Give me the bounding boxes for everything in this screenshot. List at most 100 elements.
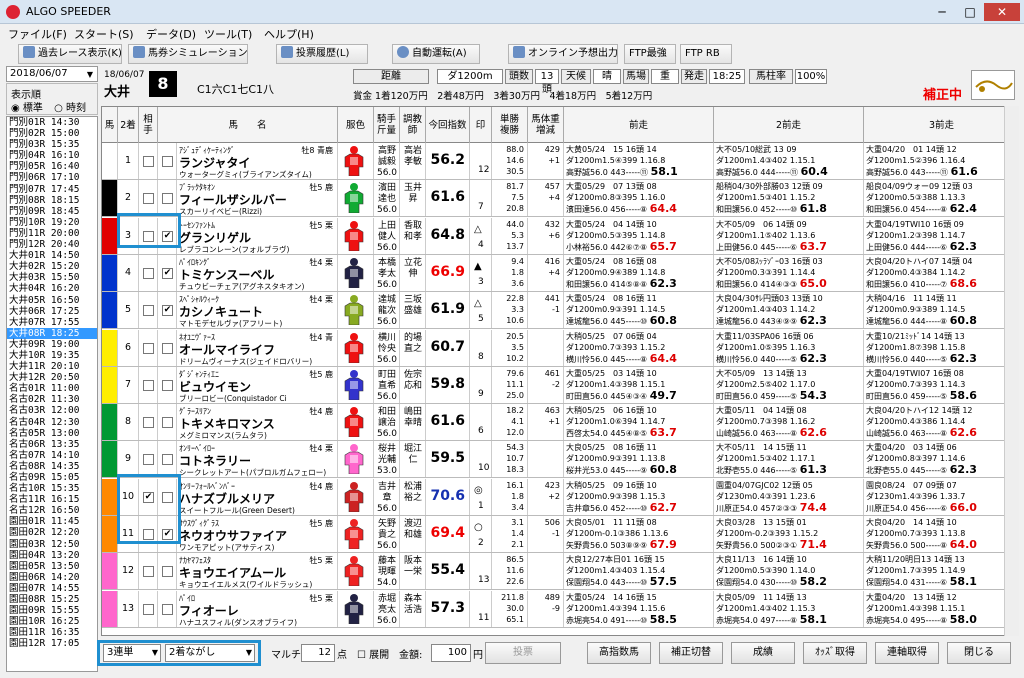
high-index-button[interactable]: 高指数馬 (587, 642, 651, 664)
past-race-cell[interactable]: 大重05/24 08 16頭 11 ダ1200m0.9③391 1.14.5 達城龍… (564, 292, 714, 329)
vote-history-button[interactable]: 投票履歴(L) (276, 44, 368, 64)
past-races-button[interactable]: 過去レース表示(K) (18, 44, 122, 64)
race-list-item[interactable]: 大井03R 15:50 (7, 272, 97, 283)
race-list-item[interactable]: 大井01R 14:50 (7, 250, 97, 261)
past-race-cell[interactable]: 大重05/11 04 14頭 08 ダ1200m0.7③398 1.16.2 山崎誠… (714, 404, 864, 441)
tenkai-checkbox[interactable]: ☐ 展開 (357, 646, 389, 661)
past-race-cell[interactable]: 大稍04/16 11 14頭 11 ダ1200m0.9③389 1.14.5 達城龍… (864, 292, 1006, 329)
past-race-cell[interactable]: 大黄05/24 15 16頭 14 ダ1200m1.5④399 1.16.8 高野誠… (564, 143, 714, 179)
get-axis-button[interactable]: 連軸取得 (875, 642, 939, 664)
past-race-cell[interactable]: 大良05/09 11 14頭 13 ダ1200m1.4③402 1.15.3 赤堀亮… (714, 590, 864, 627)
menu-help[interactable]: ヘルプ(H) (264, 26, 314, 42)
race-list-item[interactable]: 名古02R 11:30 (7, 394, 97, 405)
column-header[interactable]: 前走 (564, 107, 714, 143)
race-list-item[interactable]: 園田01R 11:45 (7, 516, 97, 527)
race-list-item[interactable]: 大井07R 17:55 (7, 317, 97, 328)
column-header[interactable]: 2前走 (714, 107, 864, 143)
past-race-cell[interactable]: 大不05/08ｽｯﾗｿﾞｰ03 16頭 03 ダ1200m0.3③391 1.14… (714, 254, 864, 291)
partner-checkbox[interactable] (162, 156, 173, 167)
race-list-item[interactable]: 園田12R 17:05 (7, 638, 97, 649)
past-race-cell[interactable]: 船良04/09ウォー09 12頭 03 ダ1200m0.5③388 1.13.3 和… (864, 180, 1006, 217)
past-race-cell[interactable]: 大重04/19TWI10 16頭 09 ダ1200m1.2③398 1.14.7 上… (864, 217, 1006, 254)
past-race-cell[interactable]: 大重05/24 08 16頭 08 ダ1200m0.9④389 1.14.8 和田譲… (564, 254, 714, 291)
auto-run-button[interactable]: 自動運転(A) (392, 44, 480, 64)
race-list-item[interactable]: 門別11R 20:00 (7, 228, 97, 239)
past-race-cell[interactable]: 園良08/24 07 09頭 07 ダ1230m1.4③396 1.33.7 川原正… (864, 478, 1006, 515)
partner-checkbox[interactable] (162, 566, 173, 578)
race-list-item[interactable]: 門別06R 17:10 (7, 172, 97, 183)
race-list-item[interactable]: 大井05R 16:50 (7, 295, 97, 306)
second-place-checkbox[interactable] (143, 267, 154, 279)
race-list-item[interactable]: 名古12R 16:50 (7, 505, 97, 516)
column-header[interactable]: 馬 (102, 107, 118, 143)
second-place-checkbox[interactable] (143, 603, 154, 615)
race-list-item[interactable]: 大井04R 16:20 (7, 283, 97, 294)
past-race-cell[interactable]: 大不05/09 13 14頭 13 ダ1200m2.5⑤402 1.17.0 町田直… (714, 366, 864, 403)
second-place-checkbox[interactable] (143, 305, 154, 317)
race-list-item[interactable]: 名古03R 12:00 (7, 405, 97, 416)
race-list-item[interactable]: 門別05R 16:40 (7, 161, 97, 172)
vote-button[interactable]: 投票 (485, 642, 561, 664)
bet-mode-select[interactable]: 2着ながし ▼ (165, 644, 255, 662)
past-race-cell[interactable]: 大重04/20 03 14頭 06 ダ1200m0.8③397 1.14.6 北野壱… (864, 441, 1006, 478)
radio-time[interactable]: ○ 時刻 (54, 103, 86, 114)
race-list-item[interactable]: 大井12R 20:50 (7, 372, 97, 383)
column-header[interactable]: 3前走 (864, 107, 1018, 143)
close-window-button[interactable]: 閉じる (947, 642, 1011, 664)
column-header[interactable]: 単勝 複勝 (492, 107, 528, 143)
ftp-rb-button[interactable]: FTP RB (680, 44, 732, 64)
race-list-item[interactable]: 門別04R 16:10 (7, 150, 97, 161)
maximize-button[interactable]: □ (956, 3, 984, 21)
past-race-cell[interactable]: 大重10/21ﾐｯﾄﾞ14 14頭 13 ダ1200m1.8⑦398 1.15.8… (864, 329, 1006, 366)
horse-name-cell[interactable]: ｵﾝﾘｰﾍﾞｲﾛｰ 牡4 栗コトネラリー シークレットアート(パブロルガムフェロー) (177, 441, 338, 478)
close-button[interactable]: ✕ (984, 3, 1020, 21)
column-header[interactable]: 騎手 斤量 (374, 107, 400, 143)
past-race-cell[interactable]: 大重04/19TWI07 16頭 08 ダ1200m0.7③393 1.14.3 町… (864, 366, 1006, 403)
menu-data[interactable]: データ(D) (146, 26, 196, 42)
race-list-item[interactable]: 大井09R 19:00 (7, 339, 97, 350)
menu-tools[interactable]: ツール(T) (204, 26, 252, 42)
race-list-item[interactable]: 大井06R 17:25 (7, 306, 97, 317)
partner-checkbox[interactable] (162, 193, 173, 205)
past-race-cell[interactable]: 大良04/20 14 14頭 10 ダ1200m0.7③393 1.13.8 矢野貴… (864, 516, 1006, 552)
past-race-cell[interactable]: 大稍11/20明日13 14頭 13 ダ1200m1.7③395 1.14.9 保園… (864, 553, 1006, 590)
horse-name-cell[interactable]: ｱｼﾞｭﾃﾞｨｹｰﾃｨﾝｸﾞ 牡8 青鹿 ランジャタイ ウォーターグミィ(ブライアンズ… (177, 143, 338, 179)
past-race-cell[interactable]: 大良04/30ｻﾚ円頭03 13頭 10 ダ1200m1.4③403 1.14.2… (714, 292, 864, 329)
past-race-cell[interactable]: 大良03/28 13 15頭 01 ダ1200m-0.2③393 1.15.2 矢野… (714, 516, 864, 552)
race-list-item[interactable]: 大井02R 15:20 (7, 261, 97, 272)
race-list-item[interactable]: 名古10R 15:35 (7, 483, 97, 494)
past-race-cell[interactable]: 大重04/20 01 14頭 12 ダ1200m1.5②396 1.16.4 高野誠… (864, 143, 1006, 179)
column-header[interactable]: 印 (470, 107, 492, 143)
race-list-item[interactable]: 園田11R 16:35 (7, 627, 97, 638)
race-list-item[interactable]: 名古11R 16:15 (7, 494, 97, 505)
race-list-item[interactable]: 名古07R 14:10 (7, 450, 97, 461)
race-list-item[interactable]: 名古04R 12:30 (7, 417, 97, 428)
results-button[interactable]: 成績 (731, 642, 795, 664)
second-place-checkbox[interactable] (143, 379, 154, 391)
past-race-cell[interactable]: 園重04/07GJC02 12頭 05 ダ1230m0.4③391 1.23.6 川… (714, 478, 864, 515)
past-race-cell[interactable]: 大良05/25 08 16頭 11 ダ1200m0.9③391 1.13.8 桜井光… (564, 441, 714, 478)
past-race-cell[interactable]: 大良11/13 16 14頭 10 ダ1200m0.5③390 1.14.0 保園翔… (714, 553, 864, 590)
correction-toggle-button[interactable]: 補正切替 (659, 642, 723, 664)
past-race-cell[interactable]: 大重05/24 14 16頭 15 ダ1200m1.4③394 1.15.6 赤堀亮… (564, 590, 714, 627)
past-race-cell[interactable]: 大稍05/25 09 16頭 10 ダ1200m0.9③398 1.15.3 吉井章… (564, 478, 714, 515)
partner-checkbox[interactable]: ✔ (162, 267, 173, 279)
horse-name-cell[interactable]: ﾌﾞﾗｯｸﾀｷｵﾝ 牡5 鹿フィールザシルバー スカーリイベビー(Rizzi) (177, 180, 338, 217)
race-list-item[interactable]: 名古01R 11:00 (7, 383, 97, 394)
race-list-item[interactable]: 名古05R 13:00 (7, 428, 97, 439)
race-list-item[interactable]: 園田06R 14:20 (7, 572, 97, 583)
amount-input[interactable]: 100 (431, 644, 471, 662)
past-race-cell[interactable]: 大不05/10総武 13 09 ダ1200m1.4③402 1.15.1 高野誠56… (714, 143, 864, 179)
second-place-checkbox[interactable] (143, 193, 154, 205)
race-list-item[interactable]: 園田09R 15:55 (7, 605, 97, 616)
partner-checkbox[interactable] (162, 342, 173, 354)
race-list-item[interactable]: 園田03R 12:50 (7, 539, 97, 550)
race-list-item[interactable]: 大井10R 19:35 (7, 350, 97, 361)
online-output-button[interactable]: オンライン予想出力 (508, 44, 618, 64)
partner-checkbox[interactable] (162, 454, 173, 466)
horse-name-cell[interactable]: ﾊﾟｲﾛ 牡5 栗フィオーレ ハナユスフィル(ダンスオブライフ) (177, 590, 338, 627)
horse-name-cell[interactable]: ﾈｵﾕﾆｳﾞｧｰｽ 牡4 青オールマイライフ ドリームヴィーナス(ジェイドロバリー) (177, 329, 338, 366)
get-odds-button[interactable]: ｵｯｽﾞ取得 (803, 642, 867, 664)
past-race-cell[interactable]: 大重05/25 03 14頭 10 ダ1200m1.4③398 1.15.1 町田直… (564, 366, 714, 403)
second-place-checkbox[interactable] (143, 342, 154, 354)
